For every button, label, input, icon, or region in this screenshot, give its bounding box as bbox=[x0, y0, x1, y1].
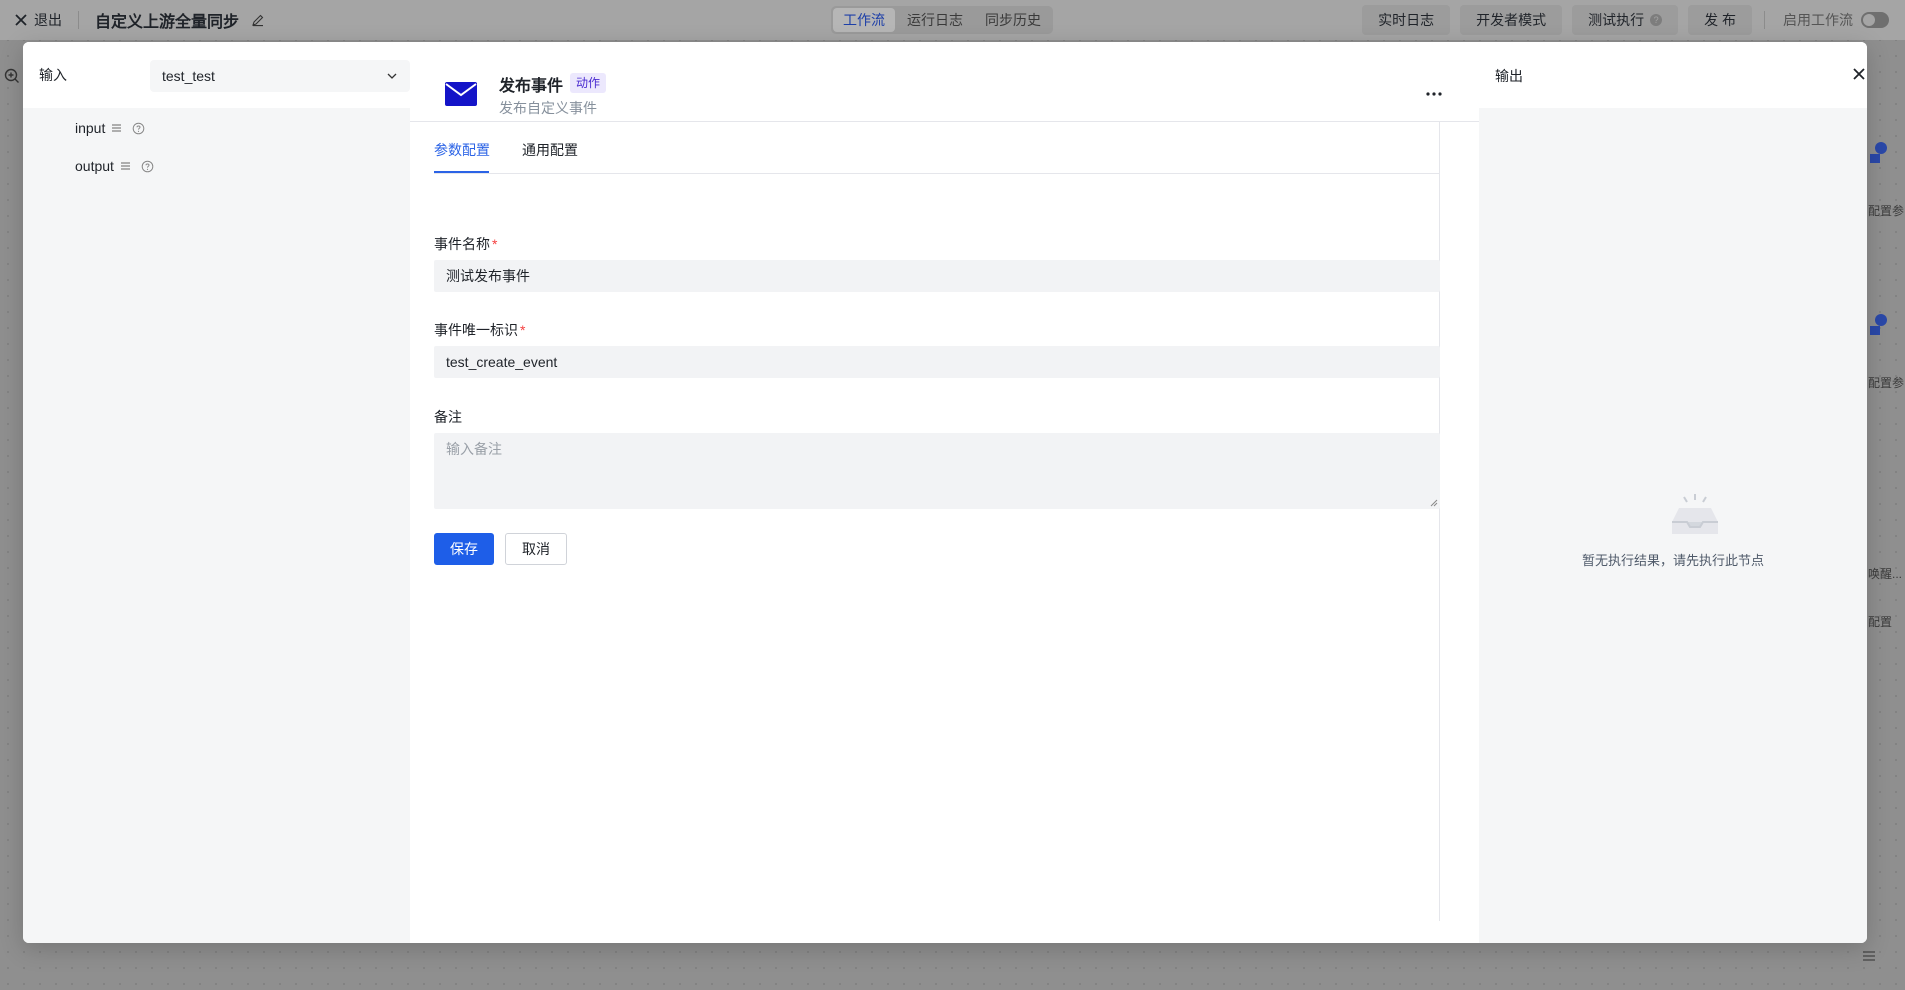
node-config-modal: 输入 test_test input output 发布事件 动作 发布自定义事… bbox=[23, 42, 1867, 943]
top-actions: 实时日志 开发者模式 测试执行 ? 发 布 启用工作流 bbox=[1362, 0, 1905, 40]
canvas-fragment: 配置参 bbox=[1868, 376, 1905, 390]
enable-workflow: 启用工作流 bbox=[1783, 10, 1889, 30]
remark-label: 备注 bbox=[434, 409, 462, 425]
minimap-icon[interactable] bbox=[1859, 949, 1879, 963]
enable-workflow-toggle[interactable] bbox=[1861, 12, 1889, 28]
close-icon bbox=[15, 14, 27, 26]
list-icon bbox=[112, 124, 122, 132]
tree-item-label: output bbox=[75, 158, 114, 174]
output-panel: 输出 暂无执行结果，请先执行此节点 bbox=[1479, 42, 1867, 943]
more-icon[interactable] bbox=[1426, 92, 1442, 96]
cancel-button[interactable]: 取消 bbox=[505, 533, 567, 565]
remark-textarea[interactable]: 输入备注 bbox=[434, 433, 1440, 509]
event-id-label: 事件唯一标识 * bbox=[434, 322, 526, 338]
list-icon bbox=[120, 162, 130, 170]
developer-mode-button[interactable]: 开发者模式 bbox=[1460, 5, 1563, 35]
empty-state-text: 暂无执行结果，请先执行此节点 bbox=[1581, 553, 1764, 568]
node-title: 发布事件 bbox=[499, 78, 564, 95]
event-name-input[interactable]: 测试发布事件 bbox=[434, 260, 1440, 292]
node-config-panel: 发布事件 动作 发布自定义事件 参数配置 通用配置 事件名称 * 测试发布事件 事… bbox=[410, 42, 1479, 943]
tree-item-input[interactable]: input bbox=[75, 120, 145, 136]
zoom-in-icon[interactable] bbox=[4, 68, 20, 84]
tab-workflow[interactable]: 工作流 bbox=[833, 8, 895, 32]
tab-run-log[interactable]: 运行日志 bbox=[897, 8, 973, 32]
output-panel-header: 输出 bbox=[1479, 42, 1867, 108]
tree-item-output[interactable]: output bbox=[75, 158, 154, 174]
tab-param-config[interactable]: 参数配置 bbox=[434, 140, 490, 160]
workflow-title: 自定义上游全量同步 bbox=[95, 14, 240, 31]
input-panel-title: 输入 bbox=[39, 67, 67, 83]
empty-inbox-icon bbox=[1672, 494, 1718, 534]
input-source-value: test_test bbox=[162, 68, 215, 84]
node-config-body: 参数配置 通用配置 事件名称 * 测试发布事件 事件唯一标识 * test_crea… bbox=[410, 122, 1440, 921]
realtime-log-button[interactable]: 实时日志 bbox=[1362, 5, 1451, 35]
divider bbox=[78, 11, 79, 29]
node-header: 发布事件 动作 发布自定义事件 bbox=[410, 42, 1479, 122]
view-segment: 工作流 运行日志 同步历史 bbox=[831, 6, 1053, 34]
input-panel-header: 输入 test_test bbox=[23, 42, 410, 108]
test-run-label: 测试执行 bbox=[1588, 12, 1645, 28]
tab-general-config[interactable]: 通用配置 bbox=[522, 140, 578, 160]
node-type-badge: 动作 bbox=[570, 73, 607, 93]
canvas-fragment: 配置 bbox=[1868, 615, 1893, 629]
enable-workflow-label: 启用工作流 bbox=[1783, 12, 1853, 28]
node-icon bbox=[1870, 314, 1887, 335]
event-id-input[interactable]: test_create_event bbox=[434, 346, 1440, 378]
save-button[interactable]: 保存 bbox=[434, 533, 494, 565]
tab-sync-history[interactable]: 同步历史 bbox=[975, 8, 1051, 32]
divider bbox=[1764, 11, 1765, 29]
required-mark: * bbox=[520, 322, 526, 338]
help-icon[interactable] bbox=[132, 122, 145, 135]
resize-handle-icon[interactable] bbox=[1430, 499, 1438, 507]
envelope-icon bbox=[445, 82, 477, 106]
close-icon[interactable] bbox=[1853, 68, 1865, 80]
active-tab-indicator bbox=[434, 171, 489, 173]
node-subtitle: 发布自定义事件 bbox=[499, 100, 597, 116]
chevron-down-icon bbox=[387, 73, 397, 79]
node-icon bbox=[1870, 142, 1887, 163]
exit-button[interactable]: 退出 bbox=[14, 10, 62, 30]
canvas-fragment: 配置参 bbox=[1868, 204, 1905, 218]
config-tabs: 参数配置 通用配置 bbox=[434, 122, 1440, 174]
canvas-fragment: 唤醒... bbox=[1868, 567, 1903, 581]
publish-button[interactable]: 发 布 bbox=[1688, 5, 1752, 35]
input-source-select[interactable]: test_test bbox=[150, 60, 410, 92]
top-bar: 退出 自定义上游全量同步 工作流 运行日志 同步历史 实时日志 开发者模式 测试… bbox=[0, 0, 1905, 40]
edit-icon[interactable] bbox=[251, 13, 265, 27]
help-icon[interactable] bbox=[141, 160, 154, 173]
event-name-label: 事件名称 * bbox=[434, 236, 498, 252]
required-mark: * bbox=[492, 236, 498, 252]
exit-label: 退出 bbox=[34, 12, 62, 28]
tree-item-label: input bbox=[75, 120, 106, 136]
input-panel: 输入 test_test input output bbox=[23, 42, 410, 943]
help-icon: ? bbox=[1650, 14, 1663, 26]
remark-placeholder: 输入备注 bbox=[446, 441, 502, 457]
output-panel-title: 输出 bbox=[1495, 68, 1523, 84]
test-run-button[interactable]: 测试执行 ? bbox=[1572, 5, 1679, 35]
